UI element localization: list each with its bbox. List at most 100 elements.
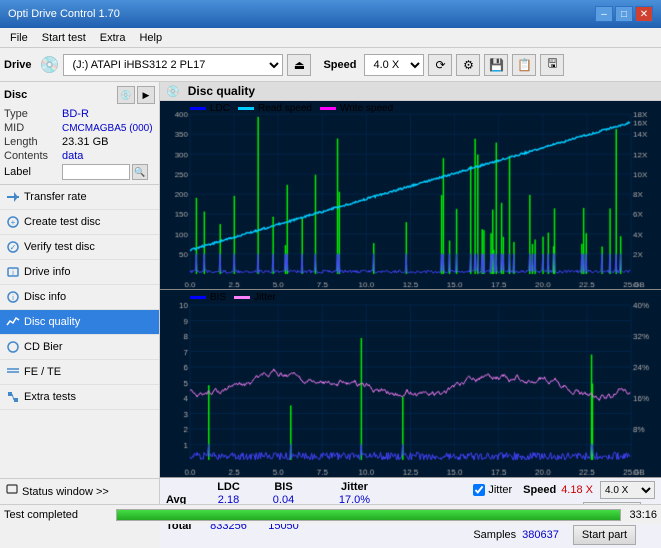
stats-headers: LDC BIS Jitter [166,481,465,493]
verify-test-disc-icon: ✓ [6,240,20,254]
jitter-label-legend: Jitter [254,292,276,303]
disc-icon-1[interactable]: 💿 [117,86,135,104]
nav-fe-te-label: FE / TE [24,366,61,378]
speed-select[interactable]: 4.0 X [364,54,424,76]
dq-title: Disc quality [188,84,255,98]
label-input[interactable] [62,164,130,180]
drive-label: Drive [4,59,32,71]
read-speed-legend: Read speed [238,103,312,114]
svg-text:✓: ✓ [10,243,17,252]
bis-label: BIS [210,292,226,303]
ldc-header: LDC [201,481,256,493]
top-legend: LDC Read speed Write speed [160,102,423,115]
nav-transfer-rate[interactable]: Transfer rate [0,185,159,210]
save-button[interactable]: 💾 [484,54,508,76]
titlebar-buttons: – □ ✕ [595,6,653,22]
config-button[interactable]: ⚙ [456,54,480,76]
disc-quality-icon [6,315,20,329]
fe-te-icon [6,365,20,379]
disc-section: Disc 💿 ▶ Type BD-R MID CMCMAGBA5 (000) L… [0,82,159,185]
write-speed-label: Write speed [340,103,393,114]
disc-length-row: Length 23.31 GB [4,136,155,148]
bottom-chart-canvas [160,290,661,478]
nav-disc-quality[interactable]: Disc quality [0,310,159,335]
nav-transfer-rate-label: Transfer rate [24,191,87,203]
toolbar: Drive 💿 (J:) ATAPI iHBS312 2 PL17 ⏏ Spee… [0,48,661,82]
refresh-button[interactable]: ⟳ [428,54,452,76]
menu-start-test[interactable]: Start test [36,30,92,46]
jitter-legend: Jitter [234,292,276,303]
mid-label: MID [4,122,62,134]
jitter-check-label: Jitter [488,484,512,496]
bis-header: BIS [256,481,311,493]
disk-button[interactable]: 🖫 [540,54,564,76]
nav-fe-te[interactable]: FE / TE [0,360,159,385]
bottom-bar: Test completed 33:16 [0,504,661,524]
menu-file[interactable]: File [4,30,34,46]
dq-icon: 💿 [166,85,180,98]
ldc-label: LDC [210,103,230,114]
svg-text:i: i [12,295,14,302]
jitter-check-row: Jitter Speed 4.18 X 4.0 X [473,481,655,499]
right-content: 💿 Disc quality LDC Read speed [160,82,661,524]
disc-quality-header: 💿 Disc quality [160,82,661,101]
nav-verify-test-disc[interactable]: ✓ Verify test disc [0,235,159,260]
read-speed-label: Read speed [258,103,312,114]
maximize-button[interactable]: □ [615,6,633,22]
top-chart-canvas [160,101,661,289]
eject-button[interactable]: ⏏ [287,54,311,76]
nav-verify-test-disc-label: Verify test disc [24,241,95,253]
nav-drive-info[interactable]: i Drive info [0,260,159,285]
drive-select[interactable]: (J:) ATAPI iHBS312 2 PL17 [63,54,283,76]
create-test-disc-icon: + [6,215,20,229]
statusbar-text: Test completed [4,509,112,521]
titlebar: Opti Drive Control 1.70 – □ ✕ [0,0,661,28]
samples-label: Samples [473,529,516,541]
nav-create-test-disc[interactable]: + Create test disc [0,210,159,235]
samples-row: Samples 380637 Start part [473,525,636,545]
nav-disc-quality-label: Disc quality [24,316,80,328]
contents-value: data [62,150,83,162]
transfer-rate-icon [6,190,20,204]
disc-label-row: Label 🔍 [4,164,155,180]
minimize-button[interactable]: – [595,6,613,22]
nav-extra-tests[interactable]: Extra tests [0,385,159,410]
nav-disc-info[interactable]: i Disc info [0,285,159,310]
charts-container: LDC Read speed Write speed [160,101,661,477]
bottom-chart: BIS Jitter [160,290,661,478]
titlebar-title: Opti Drive Control 1.70 [8,8,120,20]
status-window-label: Status window >> [22,486,109,498]
progress-bar-container [116,509,621,521]
menu-help[interactable]: Help [133,30,168,46]
disc-mid-row: MID CMCMAGBA5 (000) [4,122,155,134]
bottom-legend: BIS Jitter [160,291,306,304]
jitter-checkbox[interactable] [473,484,485,496]
type-value: BD-R [62,108,89,120]
floppy-button[interactable]: 📋 [512,54,536,76]
close-button[interactable]: ✕ [635,6,653,22]
label-icon-btn[interactable]: 🔍 [132,164,148,180]
status-window-button[interactable]: Status window >> [0,478,159,505]
start-part-button[interactable]: Start part [573,525,636,545]
bis-legend: BIS [190,292,226,303]
main-layout: Disc 💿 ▶ Type BD-R MID CMCMAGBA5 (000) L… [0,82,661,524]
speed-stat-value: 4.18 X [561,484,593,496]
stats-blank2 [311,481,327,493]
speed-stat-select[interactable]: 4.0 X [600,481,655,499]
statusbar-time: 33:16 [629,509,657,521]
speed-stat-label: Speed [523,484,556,496]
nav-cd-bier[interactable]: CD Bier [0,335,159,360]
disc-icon-2[interactable]: ▶ [137,86,155,104]
length-label: Length [4,136,62,148]
menu-extra[interactable]: Extra [94,30,132,46]
length-value: 23.31 GB [62,136,108,148]
write-speed-legend: Write speed [320,103,393,114]
disc-icons: 💿 ▶ [117,86,155,104]
menubar: File Start test Extra Help [0,28,661,48]
status-window-icon [6,484,18,499]
disc-type-row: Type BD-R [4,108,155,120]
nav-cd-bier-label: CD Bier [24,341,63,353]
cd-bier-icon [6,340,20,354]
drive-info-icon: i [6,265,20,279]
label-label: Label [4,166,62,178]
